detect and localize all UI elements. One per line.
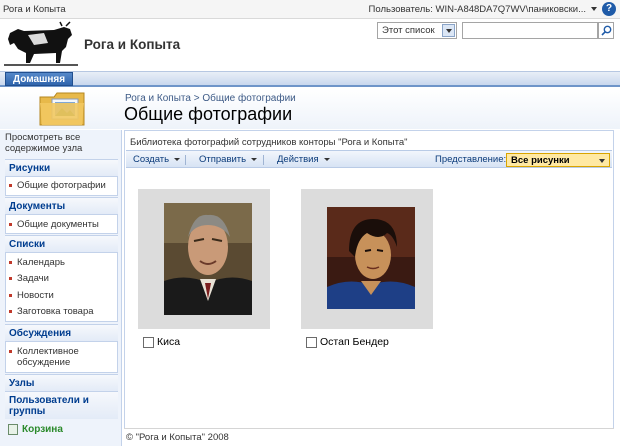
nav-heading-lists[interactable]: Списки [5,235,118,252]
sidebar-item-tasks[interactable]: Задачи [9,273,117,284]
photo-caption[interactable]: Киса [157,336,180,348]
recycle-bin-link[interactable]: Корзина [8,424,63,435]
search-scope-select[interactable]: Этот список [377,22,457,39]
chevron-down-icon[interactable] [591,7,597,11]
nav-heading-discussions[interactable]: Обсуждения [5,324,118,341]
search-button[interactable] [598,22,614,39]
search-scope-value: Этот список [382,25,435,36]
user-menu[interactable]: Пользователь: WIN-A848DA7Q7WV\паниковски… [369,4,586,15]
photo-portrait-young-man[interactable] [327,207,415,309]
quick-launch: Просмотреть все содержимое узла Рисунки … [0,130,122,446]
nav-heading-pictures[interactable]: Рисунки [5,159,118,176]
list-toolbar: Создать Отправить Действия Представление… [126,150,612,168]
recycle-bin-label: Корзина [22,424,63,435]
photo-thumbnail[interactable] [138,189,270,329]
search-input[interactable] [462,22,598,39]
title-area: Рога и Копыта > Общие фотографии Общие ф… [0,89,620,129]
view-label: Представление: [435,154,507,165]
toolbar-separator [185,155,186,165]
breadcrumb[interactable]: Рога и Копыта > Общие фотографии [125,93,296,104]
site-title[interactable]: Рога и Копыта [84,37,180,52]
photo-portrait-old-man[interactable] [164,203,252,315]
nav-heading-sites[interactable]: Узлы [5,374,118,391]
top-navigation: Домашняя [0,71,620,87]
create-menu[interactable]: Создать [133,154,180,165]
nav-heading-documents[interactable]: Документы [5,197,118,214]
tab-home[interactable]: Домашняя [5,72,74,86]
photo-checkbox[interactable] [306,337,317,348]
site-link[interactable]: Рога и Копыта [3,4,66,15]
actions-menu[interactable]: Действия [277,154,330,165]
sidebar-item-calendar[interactable]: Календарь [9,257,117,268]
footer-copyright: © "Рога и Копыта" 2008 [124,428,614,446]
recycle-bin-icon [8,424,18,435]
view-all-content-link[interactable]: Просмотреть все содержимое узла [5,132,117,158]
library-description: Библиотека фотографий сотрудников контор… [130,137,408,148]
nav-heading-people-groups[interactable]: Пользователи и группы [5,391,118,419]
sidebar-item-news[interactable]: Новости [9,290,117,301]
site-header: Рога и Копыта Этот список [0,19,620,71]
help-icon[interactable]: ? [602,2,616,16]
picture-library-icon [39,92,85,126]
view-select[interactable]: Все рисунки [506,153,610,167]
cow-logo-icon[interactable] [4,21,78,67]
main-content: Библиотека фотографий сотрудников контор… [124,130,614,446]
send-menu[interactable]: Отправить [199,154,257,165]
chevron-down-icon[interactable] [442,24,455,37]
sidebar-item-goods[interactable]: Заготовка товара [9,306,117,317]
photo-thumbnail[interactable] [301,189,433,329]
search-icon [601,25,612,36]
page-title: Общие фотографии [124,104,293,124]
sidebar-item-team-discussion[interactable]: Коллективное обсуждение [9,346,117,368]
top-bar: Рога и Копыта Пользователь: WIN-A848DA7Q… [0,0,620,19]
sidebar-item-shared-photos[interactable]: Общие фотографии [9,180,117,191]
photo-checkbox[interactable] [143,337,154,348]
photo-caption[interactable]: Остап Бендер [320,336,389,348]
toolbar-separator [263,155,264,165]
sidebar-item-shared-documents[interactable]: Общие документы [9,219,117,230]
